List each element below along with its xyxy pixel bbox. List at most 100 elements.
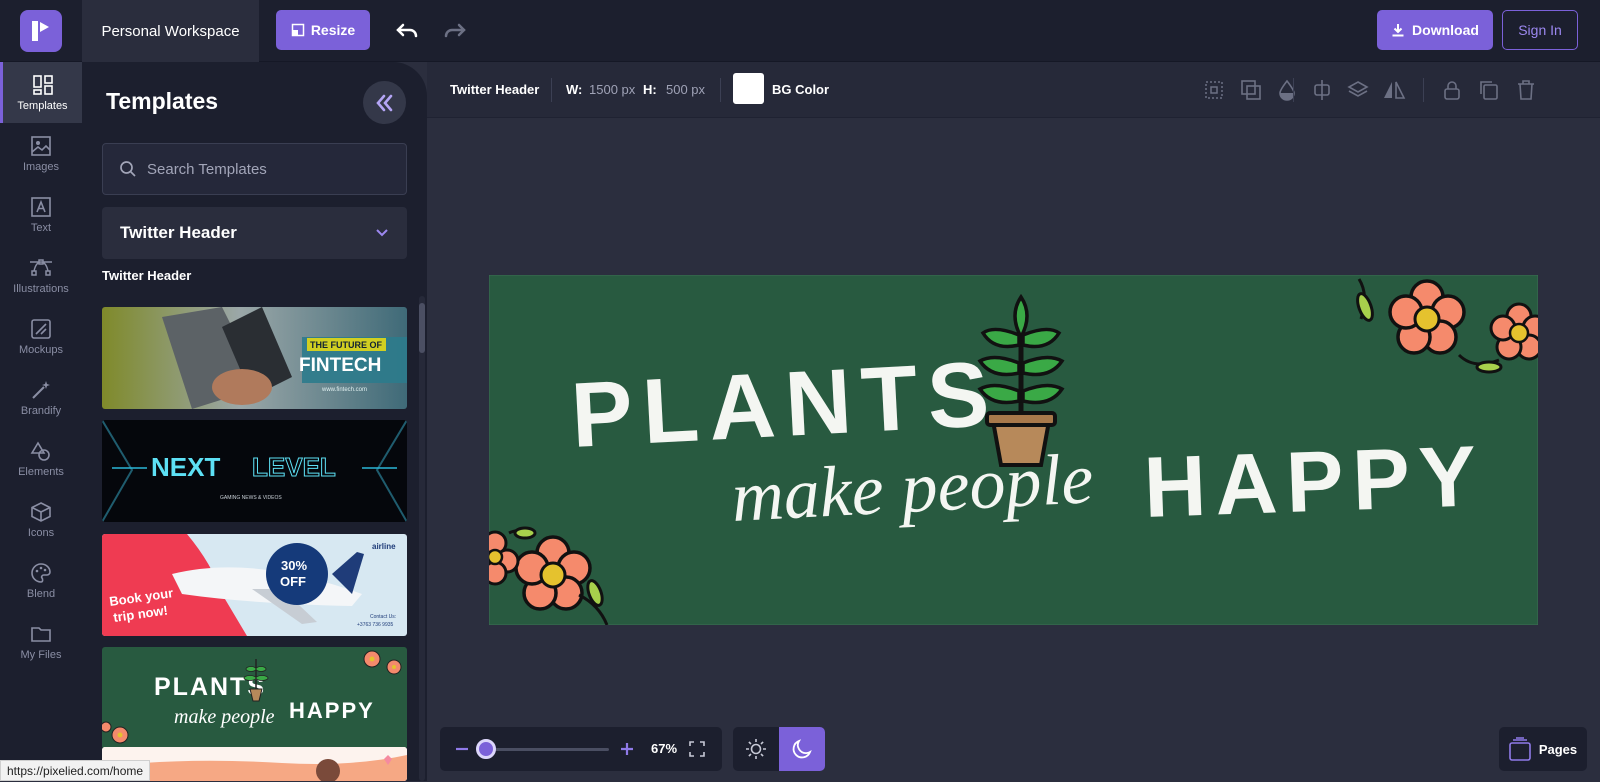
rail-label: My Files (20, 648, 62, 661)
tool-layers[interactable] (1343, 73, 1373, 106)
light-mode-button[interactable] (733, 727, 779, 771)
template-card-fintech[interactable]: THE FUTURE OF FINTECH www.fintech.com (102, 307, 407, 409)
image-icon (31, 135, 51, 156)
status-url-tooltip: https://pixelied.com/home (0, 760, 151, 781)
rail-item-images[interactable]: Images (0, 123, 82, 184)
collapse-panel-button[interactable] (363, 81, 406, 124)
plus-icon (621, 743, 633, 755)
template-line2: make people (174, 706, 275, 728)
zoom-out-button[interactable] (450, 737, 474, 761)
rail-item-elements[interactable]: Elements (0, 428, 82, 489)
panel-scroll-track[interactable] (419, 296, 425, 781)
template-line3: GAMING NEWS & VIDEOS (220, 495, 282, 501)
rail-item-illustrations[interactable]: Illustrations (0, 245, 82, 306)
section-label: Twitter Header (102, 268, 192, 283)
resize-button[interactable]: Resize (276, 10, 370, 50)
tool-duplicate[interactable] (1474, 73, 1504, 106)
template-line2: FINTECH (299, 355, 381, 376)
panel-scroll-thumb[interactable] (419, 303, 425, 353)
tool-flip[interactable] (1379, 73, 1409, 106)
rail-item-text[interactable]: Text (0, 184, 82, 245)
pixelied-logo-icon[interactable] (20, 10, 62, 52)
zoom-slider-track[interactable] (485, 748, 609, 751)
template-line2: LEVEL (252, 452, 336, 482)
template-badge1: 30% (281, 558, 307, 573)
divider (1293, 78, 1294, 102)
palette-icon (31, 562, 51, 583)
rail-item-brandify[interactable]: Brandify (0, 367, 82, 428)
rail-item-icons[interactable]: Icons (0, 489, 82, 550)
bg-color-label: BG Color (772, 82, 830, 97)
tool-align[interactable] (1307, 73, 1337, 106)
opacity-drop-icon (1279, 79, 1295, 101)
rail-label: Images (22, 160, 60, 173)
trash-icon (1518, 79, 1534, 100)
fullscreen-icon (689, 741, 705, 757)
template-brand: airline (372, 542, 396, 551)
zoom-slider-knob[interactable] (476, 739, 496, 759)
rail-label: Text (30, 221, 52, 234)
rail-label: Brandify (20, 404, 62, 417)
template-card-airline[interactable]: 30% OFF airline Book your trip now! Cont… (102, 534, 407, 636)
lock-icon (1444, 80, 1460, 100)
template-card-plants[interactable]: PLANTS make people HAPPY (102, 647, 407, 749)
headline-happy[interactable]: HAPPY (1142, 428, 1486, 536)
tool-lock[interactable] (1437, 73, 1467, 106)
tool-delete[interactable] (1511, 73, 1541, 106)
search-box[interactable] (102, 143, 407, 195)
template-line1: THE FUTURE OF (310, 340, 382, 350)
folder-icon (31, 626, 51, 642)
zoom-in-button[interactable] (615, 737, 639, 761)
moon-icon (792, 739, 812, 759)
fit-screen-button[interactable] (686, 738, 708, 760)
rail-label: Illustrations (13, 282, 69, 295)
magic-wand-icon (32, 380, 50, 399)
template-thumbnail: 30% OFF airline Book your trip now! Cont… (102, 534, 407, 636)
rail-label: Templates (17, 99, 68, 112)
download-icon (1392, 24, 1404, 37)
rail-item-my-files[interactable]: My Files (0, 611, 82, 672)
tool-opacity[interactable] (1272, 73, 1302, 106)
bg-color-swatch[interactable] (733, 73, 764, 104)
divider (551, 78, 552, 102)
mockups-icon (31, 318, 51, 339)
category-dropdown[interactable]: Twitter Header (102, 207, 407, 259)
rail-label: Mockups (18, 343, 64, 356)
height-value[interactable]: 500 px (666, 82, 705, 97)
template-line3: www.fintech.com (321, 387, 367, 393)
tool-arrange[interactable] (1236, 73, 1266, 106)
pages-button[interactable]: Pages (1499, 727, 1587, 771)
rail-item-mockups[interactable]: Mockups (0, 306, 82, 367)
rail-item-templates[interactable]: Templates (0, 62, 82, 123)
template-line1: NEXT (151, 452, 220, 482)
sign-in-button[interactable]: Sign In (1502, 10, 1578, 50)
rail-label: Blend (26, 587, 56, 600)
undo-button[interactable] (392, 16, 422, 46)
width-value[interactable]: 1500 px (589, 82, 635, 97)
elements-icon (30, 440, 50, 461)
layers-icon (1347, 80, 1369, 97)
rail-item-blend[interactable]: Blend (0, 550, 82, 611)
double-chevron-left-icon (375, 94, 392, 111)
template-contact2: +3763 736 9935 (357, 622, 394, 628)
workspace-name[interactable]: Personal Workspace (82, 0, 259, 62)
rail-label: Icons (27, 526, 55, 539)
template-badge2: OFF (280, 574, 306, 589)
download-button[interactable]: Download (1377, 10, 1493, 50)
redo-button[interactable] (440, 16, 470, 46)
sun-icon (746, 739, 766, 759)
search-input[interactable] (147, 160, 387, 178)
width-label: W: (566, 82, 583, 97)
rail-label: Elements (18, 465, 64, 478)
artboard[interactable]: PLANTS make people HAPPY (482, 274, 1549, 626)
dark-mode-button[interactable] (779, 727, 825, 771)
tool-grid[interactable] (1199, 73, 1229, 106)
divider (720, 78, 721, 102)
grid-icon (1205, 80, 1223, 99)
resize-label: Resize (310, 22, 356, 38)
template-card-next-level[interactable]: NEXT LEVEL GAMING NEWS & VIDEOS (102, 420, 407, 522)
properties-bar: Twitter Header W: 1500 px H: 500 px BG C… (427, 62, 1600, 118)
cube-icon (31, 501, 51, 522)
template-line3: HAPPY (289, 698, 375, 723)
canvas-type-label: Twitter Header (450, 82, 540, 97)
